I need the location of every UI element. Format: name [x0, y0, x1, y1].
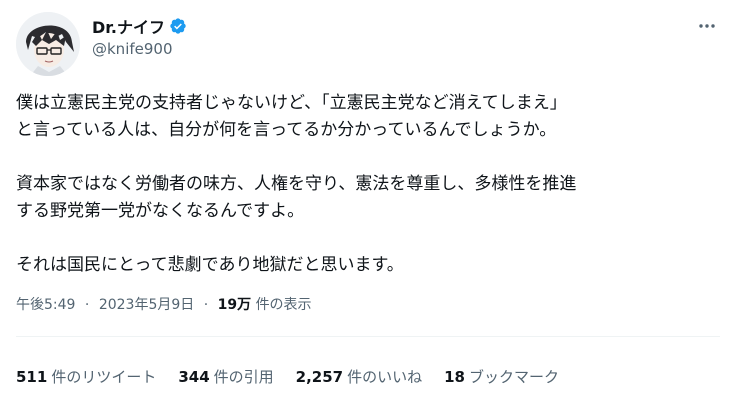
divider — [16, 336, 720, 337]
retweets-count: 511 — [16, 368, 48, 386]
retweets-stat[interactable]: 511 件のリツイート — [16, 366, 156, 387]
display-name[interactable]: Dr.ナイフ — [92, 14, 165, 38]
tweet-date[interactable]: 2023年5月9日 — [99, 297, 194, 313]
more-icon[interactable] — [694, 14, 720, 38]
likes-stat[interactable]: 2,257 件のいいね — [296, 366, 422, 387]
tweet-line: 資本家ではなく労働者の味方、人権を守り、憲法を尊重し、多様性を推進 — [16, 174, 577, 194]
avatar-illustration — [16, 12, 80, 76]
quotes-label: 件の引用 — [213, 368, 274, 386]
tweet-line: 僕は立憲民主党の支持者じゃないけど、「立憲民主党など消えてしまえ」 — [16, 93, 567, 113]
likes-count: 2,257 — [295, 368, 344, 386]
tweet-line: と言っている人は、自分が何を言ってるか分かっているんでしょうか。 — [16, 120, 557, 140]
likes-label: 件のいいね — [347, 368, 423, 386]
tweet-line: それは国民にとって悲劇であり地獄だと思います。 — [16, 255, 404, 275]
tweet-stats: 511 件のリツイート 344 件の引用 2,257 件のいいね 18 ブックマーク — [16, 366, 559, 387]
tweet: Dr.ナイフ @knife900 僕は立憲民主党の支持者じゃないけど、「立憲民主… — [0, 0, 736, 400]
views-count: 19万 — [217, 297, 252, 313]
tweet-text: 僕は立憲民主党の支持者じゃないけど、「立憲民主党など消えてしまえ」 と言っている… — [16, 90, 720, 279]
avatar[interactable] — [16, 12, 80, 76]
handle[interactable]: @knife900 — [92, 40, 187, 58]
meta-separator: · — [84, 297, 90, 313]
quotes-count: 344 — [178, 368, 210, 386]
quotes-stat[interactable]: 344 件の引用 — [178, 366, 273, 387]
bookmarks-label: ブックマーク — [469, 368, 560, 386]
author-info: Dr.ナイフ @knife900 — [92, 15, 187, 58]
verified-badge-icon[interactable] — [169, 17, 187, 35]
tweet-line: する野党第一党がなくなるんですよ。 — [16, 201, 305, 221]
tweet-time[interactable]: 午後5:49 — [16, 297, 75, 313]
retweets-label: 件のリツイート — [51, 368, 157, 386]
views-label: 件の表示 — [255, 297, 312, 313]
name-row: Dr.ナイフ — [92, 15, 187, 37]
bookmarks-stat[interactable]: 18 ブックマーク — [444, 366, 559, 387]
tweet-header: Dr.ナイフ @knife900 — [16, 12, 720, 76]
tweet-meta: 午後5:49 · 2023年5月9日 · 19万 件の表示 — [16, 294, 312, 314]
bookmarks-count: 18 — [444, 368, 465, 386]
meta-separator: · — [203, 297, 209, 313]
